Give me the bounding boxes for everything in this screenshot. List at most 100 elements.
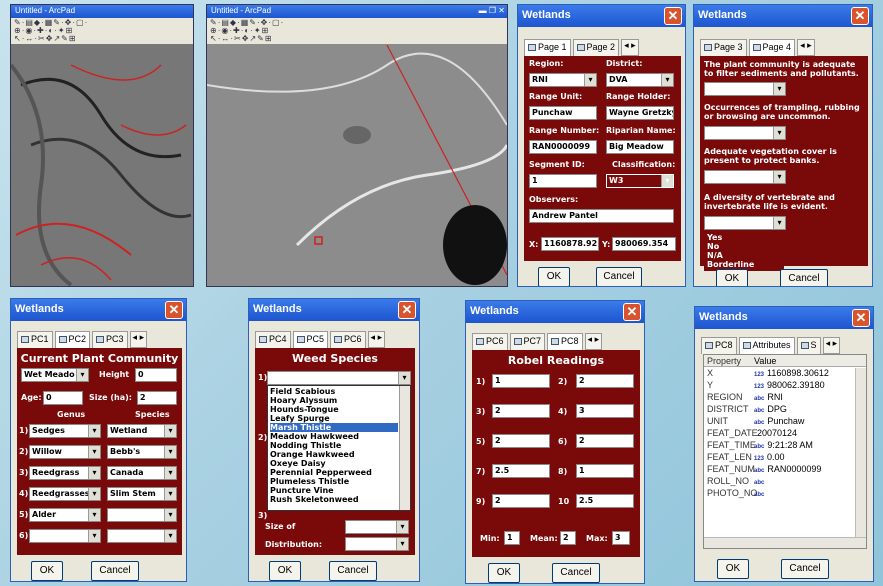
weed-option[interactable]: Rush Skeletonweed (270, 495, 398, 504)
vertical-scrollbar[interactable] (855, 368, 866, 538)
tab-scroll-arrows[interactable]: ◂ ▸ (822, 337, 841, 354)
robel-reading-field[interactable]: 2 (492, 494, 550, 508)
robel-reading-field[interactable]: 3 (576, 404, 634, 418)
weed-option[interactable]: Orange Hawkweed (270, 450, 398, 459)
range-holder-field[interactable]: Wayne Gretzky (606, 106, 674, 120)
tab-pc1[interactable]: PC1 (17, 331, 53, 348)
toolbar-row-3[interactable]: ↖·↔·✂✥↗✎⊞ (14, 35, 190, 43)
question-4-dropdown-list[interactable]: Yes No N/A Borderline (704, 231, 784, 271)
weed-option[interactable]: Leafy Spurge (270, 414, 398, 423)
option-no[interactable]: No (707, 242, 781, 251)
aerial-map-image[interactable] (11, 5, 194, 287)
close-icon[interactable]: ✕ (623, 303, 641, 321)
ok-button[interactable]: OK (31, 561, 63, 581)
tab-pc3[interactable]: PC3 (92, 331, 128, 348)
segment-id-field[interactable]: 1 (529, 174, 597, 188)
robel-reading-field[interactable]: 2 (492, 434, 550, 448)
arcpad-map-window-1[interactable]: Untitled - ArcPad ✎·▤◆·▦✎·✥·▢· ⊕·◉·✚·◐·✦… (10, 4, 194, 287)
question-2-select[interactable] (704, 126, 786, 140)
question-4-select[interactable] (704, 216, 786, 230)
robel-reading-field[interactable]: 1 (492, 374, 550, 388)
ok-button[interactable]: OK (716, 269, 748, 286)
tab-s[interactable]: S (796, 337, 821, 354)
weed-option[interactable]: Meadow Hawkweed (270, 432, 398, 441)
tab-page2[interactable]: Page 2 (572, 39, 620, 56)
tab-pc7[interactable]: PC7 (509, 333, 546, 350)
aerial-map-image[interactable] (207, 5, 508, 287)
district-select[interactable]: DVA (606, 73, 674, 87)
genus-select[interactable] (29, 529, 101, 543)
tab-scroll-arrows[interactable]: ◂ ▸ (367, 331, 386, 348)
option-yes[interactable]: Yes (707, 233, 781, 242)
map-toolbar[interactable]: ✎·▤◆·▦✎·✥·▢· ⊕·◉·✚·◐·✦⊞ ↖·↔·✂✥↗✎⊞ (11, 18, 193, 44)
table-row[interactable]: FEAT_DATE 20070124 (704, 427, 866, 439)
age-field[interactable]: 0 (43, 391, 83, 405)
dropdown-scrollbar[interactable] (399, 386, 410, 510)
riparian-name-field[interactable]: Big Meadow (606, 140, 674, 154)
height-field[interactable]: 0 (135, 368, 177, 382)
observers-field[interactable]: Andrew Pantel (529, 209, 674, 223)
close-icon[interactable]: ✕ (398, 301, 416, 319)
species-select[interactable]: Bebb's (107, 445, 177, 459)
tab-page4[interactable]: Page 4 (748, 39, 796, 56)
close-icon[interactable]: ✕ (165, 301, 183, 319)
attribute-table[interactable]: Property Value X 123 1160898.30612 Y 123 9800… (703, 354, 867, 549)
distribution-select[interactable] (345, 537, 409, 551)
tab-scroll-arrows[interactable]: ◂ ▸ (797, 39, 815, 56)
robel-reading-field[interactable]: 1 (576, 464, 634, 478)
table-row[interactable]: UNIT abc Punchaw (704, 415, 866, 427)
tab-pc6[interactable]: PC6 (330, 331, 366, 348)
weed-option[interactable]: Field Scabious (270, 387, 398, 396)
genus-select[interactable]: Alder (29, 508, 101, 522)
range-unit-field[interactable]: Punchaw (529, 106, 597, 120)
robel-reading-field[interactable]: 2.5 (492, 464, 550, 478)
genus-select[interactable]: Reedgrasses (29, 487, 101, 501)
close-icon[interactable]: ✕ (852, 309, 870, 327)
species-select[interactable]: Slim Stem (107, 487, 177, 501)
mean-field[interactable]: 2 (560, 531, 576, 545)
cancel-button[interactable]: Cancel (596, 267, 642, 286)
robel-reading-field[interactable]: 2.5 (576, 494, 634, 508)
cancel-button[interactable]: Cancel (781, 559, 829, 579)
robel-reading-field[interactable]: 2 (492, 404, 550, 418)
weed-option[interactable]: Nodding Thistle (270, 441, 398, 450)
classification-select[interactable]: W3 (606, 174, 674, 188)
weed-1-select[interactable] (267, 371, 411, 385)
cancel-button[interactable]: Cancel (91, 561, 139, 581)
tab-attributes[interactable]: Attributes (738, 337, 795, 354)
max-field[interactable]: 3 (612, 531, 630, 545)
table-row[interactable]: X 123 1160898.30612 (704, 367, 866, 379)
tab-pc8[interactable]: PC8 (701, 337, 737, 354)
toolbar-row-3[interactable]: ↖·↔·✂✥↗✎⊞ (210, 35, 504, 43)
region-select[interactable]: RNI (529, 73, 597, 87)
species-select[interactable] (107, 529, 177, 543)
close-icon[interactable]: ✕ (851, 7, 869, 25)
cancel-button[interactable]: Cancel (780, 269, 828, 286)
option-na[interactable]: N/A (707, 251, 781, 260)
tab-scroll-arrows[interactable]: ◂ ▸ (621, 39, 639, 56)
weed-option[interactable]: Oxeye Daisy (270, 459, 398, 468)
plant-community-select[interactable]: Wet Meado (21, 368, 89, 382)
size-select[interactable] (345, 520, 409, 534)
weed-option[interactable]: Hoary Alyssum (270, 396, 398, 405)
tab-pc4[interactable]: PC4 (255, 331, 291, 348)
robel-reading-field[interactable]: 2 (576, 374, 634, 388)
table-row[interactable]: ROLL_NO abc (704, 475, 866, 487)
weed-option[interactable]: Marsh Thistle (270, 423, 398, 432)
window-controls[interactable]: ▬ ❐ ✕ (479, 6, 505, 15)
ok-button[interactable]: OK (717, 559, 749, 579)
tab-pc6[interactable]: PC6 (472, 333, 508, 350)
question-1-select[interactable] (704, 82, 786, 96)
question-3-select[interactable] (704, 170, 786, 184)
map-toolbar[interactable]: ✎·▤◆·▦✎·✥·▢· ⊕·◉·✚·◐·✦⊞ ↖·↔·✂✥↗✎⊞ (207, 18, 507, 44)
ok-button[interactable]: OK (269, 561, 301, 581)
horizontal-scrollbar[interactable] (704, 537, 866, 548)
robel-reading-field[interactable]: 2 (576, 434, 634, 448)
species-select[interactable]: Wetland (107, 424, 177, 438)
table-row[interactable]: REGION abc RNI (704, 391, 866, 403)
tab-page3[interactable]: Page 3 (700, 39, 747, 56)
cancel-button[interactable]: Cancel (552, 563, 600, 583)
weed-option[interactable]: Puncture Vine (270, 486, 398, 495)
genus-select[interactable]: Willow (29, 445, 101, 459)
tab-scroll-arrows[interactable]: ◂ ▸ (129, 331, 148, 348)
